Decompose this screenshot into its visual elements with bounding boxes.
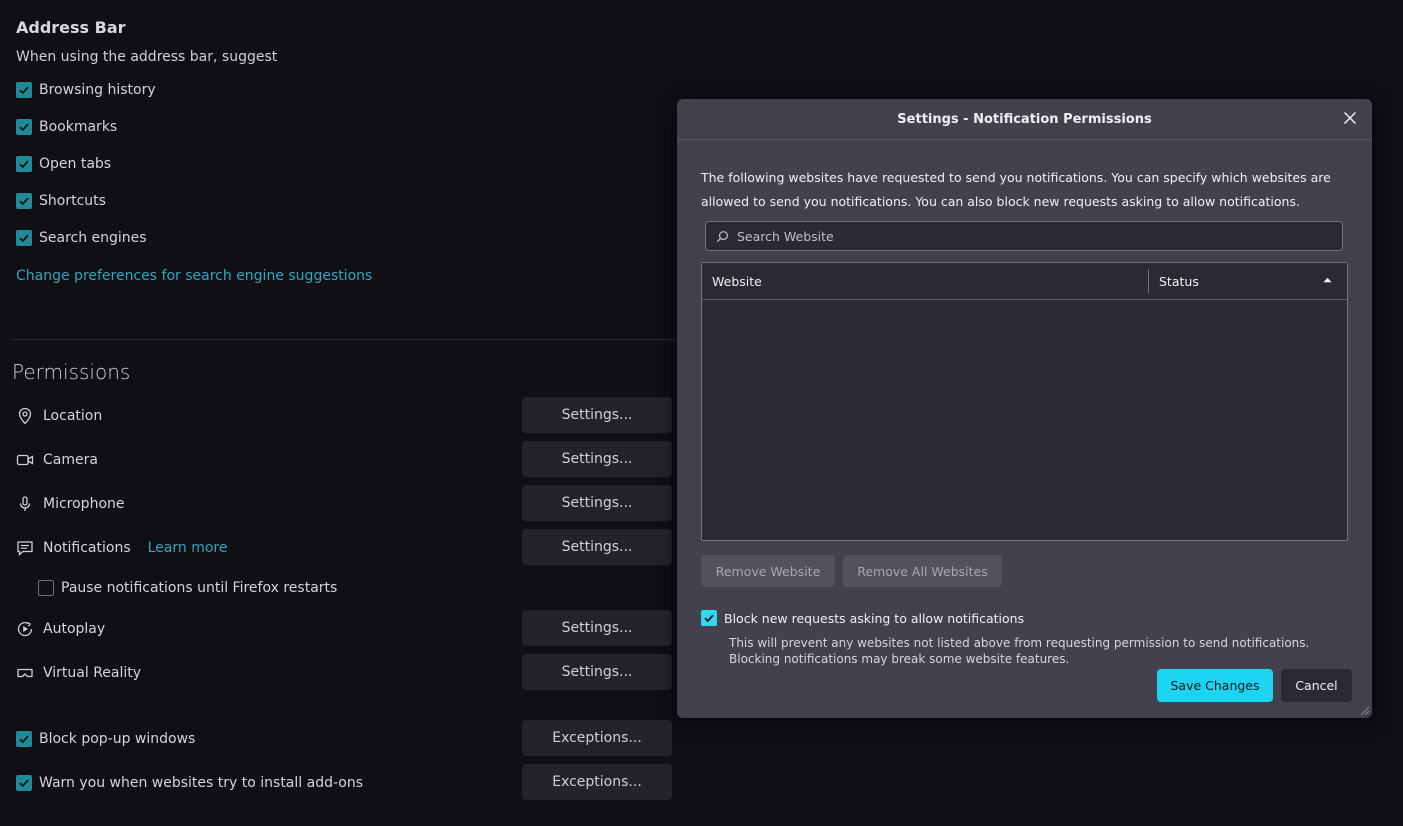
camera-icon (16, 451, 34, 469)
option-label: Bookmarks (39, 119, 118, 135)
checkbox-checked-icon[interactable] (16, 731, 32, 747)
option-bookmarks[interactable]: Bookmarks (16, 117, 117, 137)
search-website-input[interactable] (735, 227, 1329, 245)
permission-label: Virtual Reality (43, 665, 142, 681)
option-label: Search engines (39, 230, 147, 246)
permissions-title: Permissions (12, 360, 131, 384)
camera-settings-button[interactable]: Settings... (522, 441, 672, 477)
dialog-title: Settings - Notification Permissions (677, 99, 1372, 140)
checkbox-checked-icon[interactable] (701, 610, 717, 626)
section-divider (12, 339, 676, 340)
permission-autoplay: Autoplay (16, 617, 105, 641)
search-website-field[interactable] (705, 221, 1343, 251)
websites-table[interactable]: Website Status (701, 262, 1348, 541)
option-shortcuts[interactable]: Shortcuts (16, 191, 106, 211)
microphone-icon (16, 495, 34, 513)
permission-notifications: Notifications Learn more (16, 536, 227, 560)
notifications-settings-button[interactable]: Settings... (522, 529, 672, 565)
addons-exceptions-button[interactable]: Exceptions... (522, 764, 672, 800)
checkbox-checked-icon[interactable] (16, 230, 32, 246)
permission-label: Location (43, 408, 103, 424)
virtual-reality-settings-button[interactable]: Settings... (522, 654, 672, 690)
checkbox-checked-icon[interactable] (16, 82, 32, 98)
option-label: Shortcuts (39, 193, 106, 209)
search-icon (716, 230, 729, 243)
checkbox-checked-icon[interactable] (16, 193, 32, 209)
location-pin-icon (16, 407, 34, 425)
notification-icon (16, 539, 34, 557)
permission-label: Notifications (43, 540, 131, 556)
option-label: Pause notifications until Firefox restar… (61, 580, 338, 596)
remove-website-button[interactable]: Remove Website (701, 555, 835, 587)
address-bar-subtext: When using the address bar, suggest (16, 49, 278, 65)
option-label: Open tabs (39, 156, 112, 172)
remove-all-websites-button[interactable]: Remove All Websites (843, 555, 1002, 587)
option-label: Warn you when websites try to install ad… (39, 775, 364, 791)
cancel-button[interactable]: Cancel (1281, 669, 1352, 702)
change-search-preferences-link[interactable]: Change preferences for search engine sug… (16, 268, 372, 284)
table-header: Website Status (702, 263, 1347, 300)
permission-location: Location (16, 404, 102, 428)
block-new-requests-option[interactable]: Block new requests asking to allow notif… (701, 610, 1024, 626)
checkbox-checked-icon[interactable] (16, 775, 32, 791)
microphone-settings-button[interactable]: Settings... (522, 485, 672, 521)
option-open-tabs[interactable]: Open tabs (16, 154, 111, 174)
popups-exceptions-button[interactable]: Exceptions... (522, 720, 672, 756)
notifications-learn-more-link[interactable]: Learn more (148, 540, 228, 556)
block-new-requests-note: This will prevent any websites not liste… (729, 636, 1310, 666)
autoplay-icon (16, 620, 34, 638)
notification-permissions-dialog: Settings - Notification Permissions The … (677, 99, 1372, 718)
location-settings-button[interactable]: Settings... (522, 397, 672, 433)
permission-label: Camera (43, 452, 98, 468)
column-header-website[interactable]: Website (712, 263, 762, 299)
option-label: Block pop-up windows (39, 731, 196, 747)
pause-notifications-option[interactable]: Pause notifications until Firefox restar… (38, 578, 337, 598)
permission-camera: Camera (16, 448, 98, 472)
warn-addons-option[interactable]: Warn you when websites try to install ad… (16, 773, 363, 793)
save-changes-button[interactable]: Save Changes (1157, 669, 1273, 702)
address-bar-heading: Address Bar (16, 18, 126, 37)
permission-microphone: Microphone (16, 492, 125, 516)
option-browsing-history[interactable]: Browsing history (16, 80, 156, 100)
resize-grip-icon[interactable] (1358, 704, 1370, 716)
close-icon[interactable] (1342, 110, 1358, 126)
checkbox-unchecked-icon[interactable] (38, 580, 54, 596)
block-popups-option[interactable]: Block pop-up windows (16, 729, 195, 749)
option-label: Browsing history (39, 82, 156, 98)
column-separator[interactable] (1148, 269, 1149, 293)
permission-virtual-reality: Virtual Reality (16, 661, 141, 685)
sort-ascending-icon[interactable] (1323, 277, 1332, 283)
checkbox-checked-icon[interactable] (16, 119, 32, 135)
autoplay-settings-button[interactable]: Settings... (522, 610, 672, 646)
vr-headset-icon (16, 664, 34, 682)
column-header-status[interactable]: Status (1159, 263, 1199, 299)
option-search-engines[interactable]: Search engines (16, 228, 147, 248)
block-new-requests-label: Block new requests asking to allow notif… (724, 610, 1025, 626)
checkbox-checked-icon[interactable] (16, 156, 32, 172)
permission-label: Microphone (43, 496, 125, 512)
dialog-description: The following websites have requested to… (701, 170, 1331, 209)
permission-label: Autoplay (43, 621, 106, 637)
